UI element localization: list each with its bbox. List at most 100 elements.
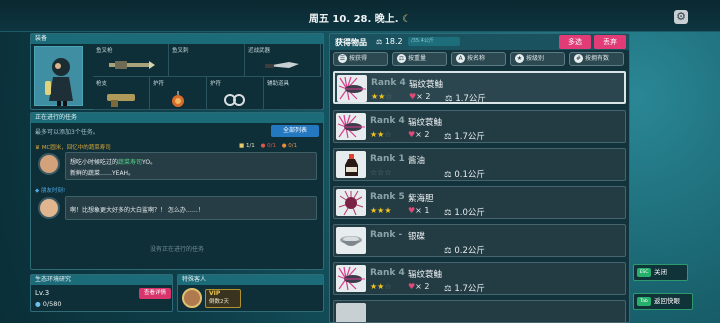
top-bar: 周五 10. 28. 晚上. ☾ ⚙ — [0, 0, 720, 32]
tab-label: 按重量 — [408, 55, 427, 62]
tab-icon: A — [456, 54, 465, 63]
item-qty-value: × 1 — [415, 206, 430, 215]
quest-item-2[interactable]: ◆ 朋友时刻! 啊！比想象更大好多的大白鲨啊？！ 怎么办……！ — [35, 186, 321, 226]
quest-1-title-text: MC圆米，回忆中的蔬菜寿司 — [41, 145, 111, 151]
equipment-title: 装备 — [31, 34, 323, 44]
vip-label: VIP — [209, 290, 221, 297]
close-label: 关闭 — [654, 268, 667, 276]
crown-icon: ♛ — [35, 145, 42, 151]
date-text: 周五 10. 28. 晚上. — [308, 14, 399, 25]
item-row[interactable]: Rank 4 辐纹蓑鲉 ★★☆ ♥× 2 ⚖ 1.7公斤 — [333, 262, 626, 295]
quest-1-line2: 新鲜的蔬菜……YEAH。 — [70, 170, 135, 177]
quests-subtitle: 最多可以添加3个任务。 — [35, 129, 99, 136]
silver-dish-icon — [336, 227, 366, 254]
slot-harpoon-tip[interactable]: 鱼叉刺 — [169, 44, 245, 77]
ecology-panel: 生态环境研究 查看详情 Lv.3 ● 0/580 — [30, 274, 173, 312]
quest-1-card: 想吃小时候吃过的蔬菜寿司YO。 新鲜的蔬菜……YEAH。 — [65, 152, 317, 180]
quest-1-title: ♛ MC圆米，回忆中的蔬菜寿司 — [35, 143, 111, 151]
item-row[interactable]: Rank 5 紫海胆 ★★★ ♥× 1 ⚖ 1.0公斤 — [333, 186, 626, 219]
discard-button[interactable]: 丢弃 — [594, 35, 626, 49]
line1-pre: 想吃小时候吃过的 — [70, 159, 119, 166]
tab-label: 按拥有数 — [585, 55, 610, 62]
slot-label: 鱼叉刺 — [172, 48, 189, 54]
item-weight: ⚖ 1.7公斤 — [444, 130, 485, 142]
quest-1-line1: 想吃小时候吃过的蔬菜寿司YO。 — [70, 157, 156, 166]
ecology-details-button[interactable]: 查看详情 — [139, 288, 171, 299]
weight-icon: ⚖ — [444, 284, 452, 294]
slot-support[interactable]: 辅助道具 — [264, 77, 321, 110]
item-icon-b: ● — [260, 143, 266, 149]
item-row[interactable]: Rank 4 辐纹蓑鲉 ★★☆ ♥× 2 ⚖ 1.7公斤 — [333, 71, 626, 104]
esc-key-icon: ESC — [637, 268, 651, 277]
quests-title: 正在进行的任务 — [31, 113, 323, 123]
item-qty-value: × 2 — [415, 130, 430, 139]
item-row[interactable]: Rank 1 酱油 ☆☆☆ ⚖ 0.1公斤 — [333, 148, 626, 181]
lionfish-icon — [337, 75, 367, 102]
tab-key-icon: Tab — [637, 297, 651, 306]
box-icon: ■ — [239, 143, 245, 149]
vip-days: 倒数2天 — [209, 299, 229, 305]
diver-icon — [45, 58, 73, 106]
date-time: 周五 10. 28. 晚上. ☾ — [0, 10, 720, 25]
item-rank: Rank - — [370, 230, 403, 240]
harpoon-gun-icon — [109, 61, 155, 69]
knife-icon — [265, 62, 299, 68]
tab-label: 按获得 — [349, 55, 368, 62]
quests-panel: 正在进行的任务 最多可以添加3个任务。 全部列表 ♛ MC圆米，回忆中的蔬菜寿司… — [30, 112, 324, 270]
item-qty: ♥× 2 — [408, 130, 430, 139]
weight-icon: ⚖ — [444, 246, 452, 256]
back-to-phone-button[interactable]: Tab 返回快眼 — [633, 293, 693, 310]
item-qty: ♥× 1 — [408, 206, 430, 215]
vip-badge: VIP 倒数2天 — [205, 289, 241, 308]
slot-charm-1[interactable]: 护符 — [150, 77, 207, 110]
item-weight: ⚖ 0.2公斤 — [444, 244, 485, 256]
tab-icon: ★ — [515, 54, 524, 63]
line1-post: YO。 — [142, 159, 157, 166]
quest-2-card: 啊！比想象更大好多的大白鲨啊？！ 怎么办……！ — [65, 196, 317, 220]
item-row[interactable]: Rank 4 辐纹蓑鲉 ★★☆ ♥× 2 ⚖ 1.7公斤 — [333, 110, 626, 143]
lionfish-icon — [336, 113, 366, 140]
item-row-partial[interactable] — [333, 300, 626, 323]
tab-by-count[interactable]: # 按拥有数 — [569, 52, 624, 66]
item-stars: ★★☆ — [370, 130, 392, 139]
settings-gear-icon[interactable]: ⚙ — [674, 10, 688, 24]
item-weight: ⚖ 1.7公斤 — [444, 282, 485, 294]
item-weight: ⚖ 0.1公斤 — [444, 168, 485, 180]
multiselect-button[interactable]: 多选 — [559, 35, 591, 49]
tab-by-rank[interactable]: ★ 按级别 — [510, 52, 565, 66]
slot-label: 近战武器 — [248, 48, 271, 54]
exp-icon: ● — [35, 300, 41, 308]
slot-harpoon-gun[interactable]: 鱼叉枪 — [93, 44, 169, 77]
slot-melee[interactable]: 近战武器 — [245, 44, 321, 77]
equipment-panel: 装备 鱼叉枪 鱼叉刺 近战武器 枪支 护符 护符 辅助道具 — [30, 33, 324, 110]
item-name: 辐纹蓑鲉 — [408, 270, 443, 280]
tab-by-obtained[interactable]: ☰ 按获得 — [333, 52, 388, 66]
tab-by-name[interactable]: A 按名称 — [451, 52, 506, 66]
tab-by-weight[interactable]: ⚖ 按重量 — [392, 52, 447, 66]
item-rank: Rank 4 — [371, 78, 406, 88]
tab-icon: # — [574, 54, 583, 63]
quest-2-title-text: 朋友时刻! — [40, 188, 66, 194]
item-weight-value: 1.7公斤 — [454, 284, 485, 294]
item-name: 辐纹蓑鲉 — [409, 80, 444, 90]
item-weight-value: 1.0公斤 — [454, 208, 485, 218]
quest-item-1[interactable]: ♛ MC圆米，回忆中的蔬菜寿司 ■ 1/1 ● 0/1 ● 0/1 想吃小时候吃… — [35, 143, 321, 183]
item-stars: ★★☆ — [371, 92, 393, 101]
charm-icon — [172, 91, 184, 107]
item-row[interactable]: Rank - 银碟 ⚖ 0.2公斤 — [333, 224, 626, 257]
gun-icon — [107, 94, 135, 107]
weight-total-value: 18.2 — [384, 37, 403, 46]
all-quests-button[interactable]: 全部列表 — [271, 125, 319, 137]
slot-charm-2[interactable]: 护符 — [207, 77, 264, 110]
weight-icon: ⚖ — [445, 94, 453, 104]
slot-label: 护符 — [153, 81, 165, 87]
slot-gun[interactable]: 枪支 — [93, 77, 150, 110]
guest-avatar[interactable] — [182, 288, 202, 308]
slot-label: 护符 — [210, 81, 222, 87]
item-qty: ♥× 2 — [408, 282, 430, 291]
close-button[interactable]: ESC 关闭 — [633, 264, 688, 281]
back-label: 返回快眼 — [654, 297, 680, 305]
weight-total: ⚖ 18.2 — [376, 37, 403, 46]
item-icon — [336, 303, 366, 322]
player-portrait[interactable] — [34, 46, 83, 106]
